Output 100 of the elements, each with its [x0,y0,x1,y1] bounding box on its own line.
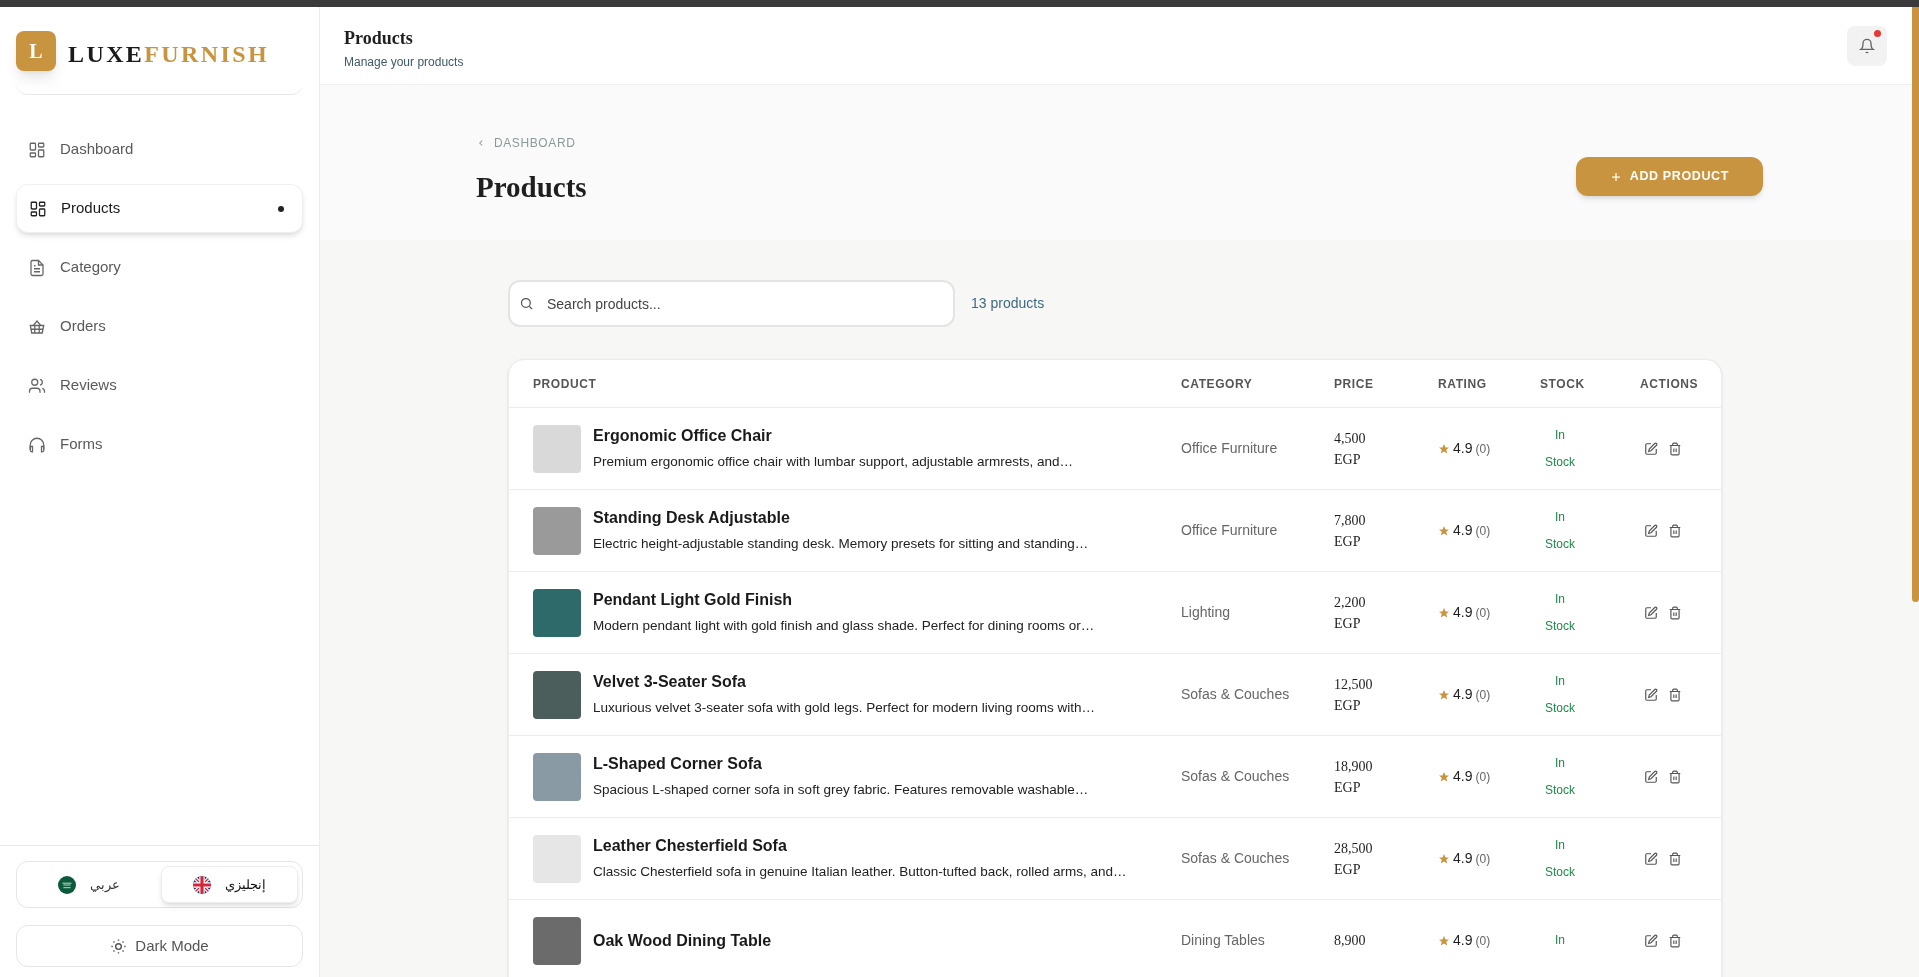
review-count: (0) [1475,850,1491,868]
logo-mark: L [16,31,56,71]
category-cell-text: Dining Tables [1181,931,1266,950]
photo-placeholder [533,588,581,637]
category-cell-text: Sofas & Couches [1181,685,1291,704]
product-name: L-Shaped Corner Sofa [593,754,763,775]
currency-label: EGP [1334,696,1362,715]
review-count: (0) [1475,604,1491,622]
photo-placeholder [533,752,581,801]
language-option[interactable]: إنجليزي [160,866,298,903]
search-icon [519,296,534,311]
trash-icon[interactable] [1668,851,1682,866]
stock-status: In Stock [1544,590,1576,635]
currency-label: EGP [1334,614,1362,633]
sidebar-item[interactable]: Forms [16,420,303,469]
rating-value: 4.9 [1453,767,1473,786]
star-icon [1438,606,1450,619]
category-cell-text: Office Furniture [1181,521,1279,540]
users-icon [28,376,46,395]
edit-icon[interactable] [1644,851,1658,866]
currency-label: EGP [1334,778,1362,797]
photo-placeholder [533,506,581,555]
price-value: 12,500 [1334,675,1374,694]
sun-icon [110,937,128,955]
star-icon [1438,688,1450,701]
category-cell-text: Sofas & Couches [1181,767,1291,786]
sidebar-item[interactable]: Products [16,184,303,233]
product-name: Standing Desk Adjustable [593,508,791,529]
notification-button[interactable] [1847,26,1887,66]
product-name: Velvet 3-Seater Sofa [593,672,747,693]
sidebar-item[interactable]: Orders [16,302,303,351]
stock-status: In [1554,932,1566,949]
price-value: 4,500 [1334,429,1367,448]
star-icon [1438,442,1450,455]
price-value: 8,900 [1334,932,1367,950]
dark-mode-button[interactable]: Dark Mode [16,925,303,967]
category-cell-text: Office Furniture [1181,439,1279,458]
page-title: Products [476,170,587,205]
review-count: (0) [1475,768,1491,786]
grid-icon [29,199,47,218]
product-description: Electric height-adjustable standing desk. Memory presets for sitting and standing… [593,535,1089,554]
product-description: Classic Chesterfield sofa in genuine Italian leather. Button-tufted back, rolled arms, and… [593,863,1127,882]
star-icon [1438,852,1450,865]
photo-placeholder [533,424,581,473]
grid-icon [28,140,46,159]
product-name: Ergonomic Office Chair [593,426,773,447]
stock-status: In Stock [1544,672,1576,717]
sidebar-item[interactable]: Dashboard [16,125,303,174]
edit-icon[interactable] [1644,441,1658,456]
review-count: (0) [1475,522,1491,540]
star-icon [1438,770,1450,783]
rating-value: 4.9 [1453,439,1473,458]
product-description: Spacious L-shaped corner sofa in soft grey fabric. Features removable washable… [593,781,1089,800]
currency-label: EGP [1334,860,1362,879]
column-header: STOCK [1540,375,1586,393]
trash-icon[interactable] [1668,523,1682,538]
column-header: RATING [1438,375,1488,393]
trash-icon[interactable] [1668,605,1682,620]
product-name: Leather Chesterfield Sofa [593,836,788,857]
sidebar-item[interactable]: Category [16,243,303,292]
trash-icon[interactable] [1668,769,1682,784]
language-option[interactable]: عربي [21,866,157,903]
rating-value: 4.9 [1453,931,1473,950]
product-name: Oak Wood Dining Table [593,930,772,951]
product-name: Pendant Light Gold Finish [593,590,794,611]
column-header: CATEGORY [1181,375,1254,393]
saudi-flag-icon [57,875,76,894]
rating-value: 4.9 [1453,849,1473,868]
page-header-subtitle: Manage your products [344,53,464,71]
stock-status: In Stock [1544,508,1576,553]
price-value: 7,800 [1334,511,1367,530]
headphones-icon [28,435,46,454]
column-header: ACTIONS [1640,375,1700,393]
stock-status: In Stock [1544,836,1576,881]
price-value: 18,900 [1334,757,1374,776]
uk-flag-icon [192,875,211,894]
plus-icon [1609,170,1622,183]
edit-icon[interactable] [1644,933,1658,948]
currency-label: EGP [1334,532,1362,551]
edit-icon[interactable] [1644,687,1658,702]
review-count: (0) [1475,686,1491,704]
photo-placeholder [533,670,581,719]
edit-icon[interactable] [1644,769,1658,784]
rating-value: 4.9 [1453,685,1473,704]
review-count: (0) [1475,932,1491,950]
trash-icon[interactable] [1668,933,1682,948]
edit-icon[interactable] [1644,605,1658,620]
review-count: (0) [1475,440,1491,458]
column-header: PRICE [1334,375,1375,393]
photo-placeholder [533,916,581,965]
stock-status: In Stock [1544,754,1576,799]
search-field[interactable]: Search products... [508,280,955,327]
product-description: Premium ergonomic office chair with lumbar support, adjustable armrests, and… [593,453,1073,472]
product-description: Luxurious velvet 3-seater sofa with gold legs. Perfect for modern living rooms with… [593,699,1095,718]
sidebar-item[interactable]: Reviews [16,361,303,410]
trash-icon[interactable] [1668,687,1682,702]
trash-icon[interactable] [1668,441,1682,456]
edit-icon[interactable] [1644,523,1658,538]
product-description: Modern pendant light with gold finish and glass shade. Perfect for dining rooms or… [593,617,1095,636]
document-icon [28,258,46,277]
